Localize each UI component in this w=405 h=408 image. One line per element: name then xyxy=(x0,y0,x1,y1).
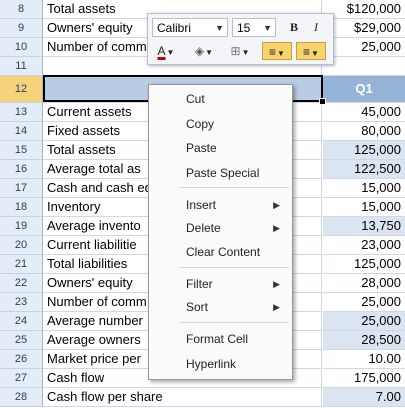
menu-item-label: Delete xyxy=(186,221,221,235)
borders-button[interactable]: ⊞▼ xyxy=(226,42,254,60)
value-cell[interactable]: $29,000 xyxy=(323,19,405,38)
value-cell[interactable]: 28,500 xyxy=(323,331,405,350)
menu-item-label: Clear Content xyxy=(186,245,261,259)
row-header[interactable]: 9 xyxy=(0,19,43,38)
chevron-down-icon: ▼ xyxy=(241,48,250,57)
row-header[interactable]: 23 xyxy=(0,293,43,312)
row-header[interactable]: 24 xyxy=(0,312,43,331)
value-cell[interactable]: 122,500 xyxy=(323,160,405,179)
submenu-arrow-icon: ▶ xyxy=(273,200,280,210)
menu-item-label: Format Cell xyxy=(186,332,249,346)
submenu-arrow-icon: ▶ xyxy=(273,302,280,312)
chevron-down-icon: ▼ xyxy=(277,49,285,58)
menu-separator xyxy=(179,267,289,268)
row-header[interactable]: 25 xyxy=(0,331,43,350)
menu-item-label: Insert xyxy=(186,198,217,212)
chevron-down-icon: ▼ xyxy=(215,23,224,33)
value-cell[interactable]: 15,000 xyxy=(323,179,405,198)
label-cell[interactable]: Cash flow per share xyxy=(43,388,322,407)
menu-item-hyperlink[interactable]: Hyperlink xyxy=(149,353,292,375)
table-row: 28 Cash flow per share 7.00 xyxy=(0,388,405,407)
font-name-value: Calibri xyxy=(157,21,192,35)
font-size-value: 15 xyxy=(237,21,251,35)
fill-color-button[interactable]: ◈▼ xyxy=(190,42,218,60)
menu-item-insert[interactable]: Insert ▶ xyxy=(149,194,292,216)
chevron-down-icon: ▼ xyxy=(205,48,214,57)
value-cell[interactable]: 125,000 xyxy=(323,141,405,160)
menu-item-label: Paste xyxy=(186,141,217,155)
row-header[interactable]: 13 xyxy=(0,103,43,122)
row-header[interactable]: 20 xyxy=(0,236,43,255)
column-header-q1[interactable]: Q1 xyxy=(323,76,405,103)
row-header[interactable]: 15 xyxy=(0,141,43,160)
submenu-arrow-icon: ▶ xyxy=(273,223,280,233)
value-cell[interactable]: 45,000 xyxy=(323,103,405,122)
value-cell[interactable]: 15,000 xyxy=(323,198,405,217)
menu-item-paste-special[interactable]: Paste Special xyxy=(149,162,292,184)
row-header[interactable]: 21 xyxy=(0,255,43,274)
mini-format-toolbar: Calibri ▼ 15 ▼ B I A▼ ◈▼ ⊞▼ ≡▼ ≡▼ xyxy=(147,13,334,65)
row-header[interactable]: 19 xyxy=(0,217,43,236)
menu-item-copy[interactable]: Copy xyxy=(149,113,292,135)
menu-item-label: Paste Special xyxy=(186,166,260,180)
font-size-combo[interactable]: 15 ▼ xyxy=(232,18,276,37)
menu-item-clear-content[interactable]: Clear Content xyxy=(149,241,292,263)
row-header[interactable]: 14 xyxy=(0,122,43,141)
menu-item-label: Cut xyxy=(186,92,205,106)
menu-item-sort[interactable]: Sort ▶ xyxy=(149,296,292,318)
menu-item-delete[interactable]: Delete ▶ xyxy=(149,217,292,239)
value-cell[interactable]: $120,000 xyxy=(323,0,405,19)
value-cell[interactable]: 28,000 xyxy=(323,274,405,293)
menu-separator xyxy=(179,187,289,188)
value-cell[interactable]: 25,000 xyxy=(323,312,405,331)
vertical-align-button[interactable]: ≡▼ xyxy=(262,42,292,60)
value-cell[interactable]: 175,000 xyxy=(323,369,405,388)
value-cell[interactable] xyxy=(323,57,405,76)
menu-item-format-cell[interactable]: Format Cell xyxy=(149,328,292,350)
menu-item-cut[interactable]: Cut xyxy=(149,88,292,110)
menu-item-label: Copy xyxy=(186,117,215,131)
font-name-combo[interactable]: Calibri ▼ xyxy=(152,18,228,37)
value-cell[interactable]: 125,000 xyxy=(323,255,405,274)
menu-item-label: Sort xyxy=(186,300,209,314)
row-header[interactable]: 17 xyxy=(0,179,43,198)
row-header[interactable]: 8 xyxy=(0,0,43,19)
italic-button[interactable]: I xyxy=(306,18,326,36)
menu-item-label: Filter xyxy=(186,277,213,291)
value-cell[interactable]: 80,000 xyxy=(323,122,405,141)
font-color-button[interactable]: A▼ xyxy=(152,42,180,60)
vertical-align-icon: ≡ xyxy=(269,45,277,59)
submenu-arrow-icon: ▶ xyxy=(273,279,280,289)
value-cell[interactable]: 23,000 xyxy=(323,236,405,255)
value-cell[interactable]: 25,000 xyxy=(323,293,405,312)
context-menu: Cut Copy Paste Paste Special Insert ▶ Del… xyxy=(148,84,293,380)
row-header[interactable]: 11 xyxy=(0,57,43,76)
chevron-down-icon: ▼ xyxy=(311,49,319,58)
menu-item-filter[interactable]: Filter ▶ xyxy=(149,273,292,295)
fill-handle[interactable] xyxy=(319,98,326,105)
chevron-down-icon: ▼ xyxy=(263,23,272,33)
chevron-down-icon: ▼ xyxy=(166,48,175,57)
row-header[interactable]: 18 xyxy=(0,198,43,217)
menu-item-label: Hyperlink xyxy=(186,357,237,371)
bold-button[interactable]: B xyxy=(284,18,304,36)
value-cell[interactable]: 10.00 xyxy=(323,350,405,369)
menu-item-paste[interactable]: Paste xyxy=(149,137,292,159)
fill-bucket-icon: ◈ xyxy=(194,44,205,58)
row-header[interactable]: 27 xyxy=(0,369,43,388)
row-header[interactable]: 28 xyxy=(0,388,43,407)
row-header[interactable]: 10 xyxy=(0,38,43,57)
row-header[interactable]: 26 xyxy=(0,350,43,369)
horizontal-align-button[interactable]: ≡▼ xyxy=(296,42,326,60)
row-header[interactable]: 16 xyxy=(0,160,43,179)
row-header[interactable]: 12 xyxy=(0,76,43,103)
font-color-icon: A xyxy=(157,44,166,58)
row-header[interactable]: 22 xyxy=(0,274,43,293)
border-icon: ⊞ xyxy=(230,44,241,58)
value-cell[interactable]: 13,750 xyxy=(323,217,405,236)
align-center-icon: ≡ xyxy=(303,45,311,59)
value-cell[interactable]: 25,000 xyxy=(323,38,405,57)
value-cell[interactable]: 7.00 xyxy=(323,388,405,407)
menu-separator xyxy=(179,322,289,323)
